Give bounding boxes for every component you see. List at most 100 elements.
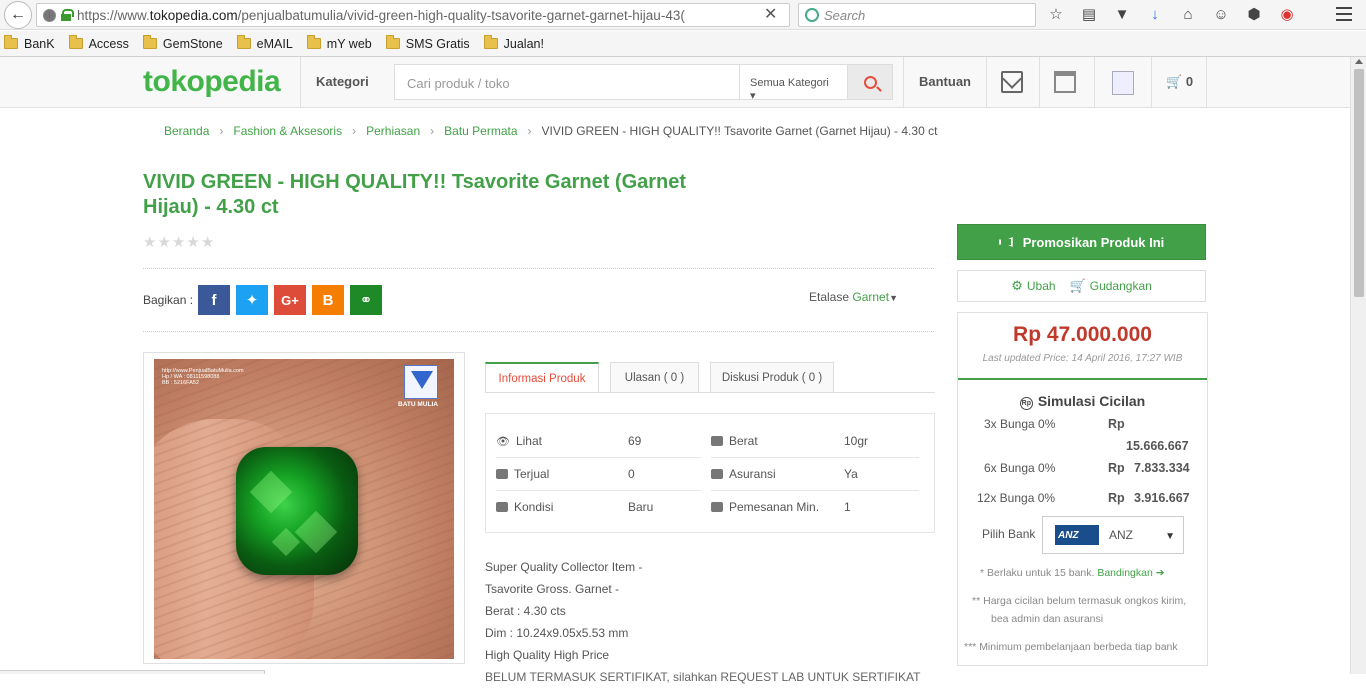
product-search-input[interactable]: Cari produk / toko — [394, 64, 740, 100]
scroll-up-arrow[interactable] — [1355, 59, 1363, 64]
weight-icon — [711, 436, 723, 446]
breadcrumb-link[interactable]: Batu Permata — [444, 124, 517, 138]
menu-icon[interactable] — [1336, 7, 1352, 21]
shop-icon[interactable] — [1054, 71, 1076, 93]
inbox-icon[interactable] — [1001, 71, 1023, 93]
warehouse-button[interactable]: 🛒 Gudangkan — [1070, 278, 1152, 294]
note-text: Harga cicilan belum termasuk ongkos kiri… — [983, 595, 1187, 607]
product-price: Rp 47.000.000 — [1013, 323, 1152, 346]
bookmark-folder[interactable]: BanK — [4, 35, 55, 51]
breadcrumb-separator: › — [219, 124, 224, 138]
share-label: Bagikan : — [143, 293, 194, 307]
close-icon[interactable]: ✕ — [764, 4, 777, 24]
edit-button[interactable]: ⚙ Ubah — [1011, 278, 1055, 294]
smiley-icon[interactable]: ☺ — [1211, 4, 1231, 24]
header-divider — [1094, 57, 1095, 108]
cart-icon: 🛒 — [1166, 74, 1183, 89]
google-plus-share-button[interactable]: G+ — [274, 285, 306, 315]
row-divider — [711, 490, 919, 491]
pocket-icon[interactable]: ▼ — [1112, 4, 1132, 24]
bank-select[interactable]: ANZ ANZ ▼ — [1042, 516, 1184, 554]
info-label: Terjual — [514, 467, 550, 481]
tab-informasi-produk[interactable]: Informasi Produk — [485, 362, 599, 393]
bookmark-star-icon[interactable]: ☆ — [1046, 4, 1066, 24]
facebook-share-button[interactable]: f — [198, 285, 230, 315]
tab-diskusi-produk[interactable]: Diskusi Produk ( 0 ) — [710, 362, 834, 392]
breadcrumb-link[interactable]: Beranda — [164, 124, 209, 138]
twitter-share-button[interactable]: ✦ — [236, 285, 268, 315]
page-scrollbar[interactable] — [1350, 57, 1366, 674]
extension-icon[interactable]: ⬢ — [1244, 4, 1264, 24]
product-actions: ⚙ Ubah 🛒 Gudangkan — [957, 270, 1206, 302]
user-avatar[interactable] — [1112, 71, 1134, 95]
product-image-frame[interactable]: http://www.PenjualBatuMulia.com Hp / WA … — [143, 352, 465, 664]
header-divider — [1151, 57, 1152, 108]
share-buttons: f ✦ G+ B ⚭ — [198, 285, 382, 315]
arrow-right-icon: ➔ — [1155, 567, 1165, 579]
breadcrumb-separator: › — [352, 124, 357, 138]
row-divider — [496, 457, 701, 458]
download-icon[interactable]: ↓ — [1145, 4, 1165, 24]
info-terjual: Terjual — [496, 467, 549, 481]
product-image[interactable]: http://www.PenjualBatuMulia.com Hp / WA … — [154, 359, 454, 659]
tab-ulasan[interactable]: Ulasan ( 0 ) — [610, 362, 699, 392]
bookmark-folder[interactable]: SMS Gratis — [385, 35, 470, 51]
search-button[interactable] — [847, 64, 893, 100]
truck-icon — [711, 469, 723, 479]
anz-bank-logo: ANZ — [1055, 525, 1099, 545]
bank-selected-value: ANZ — [1109, 528, 1133, 542]
scrollbar-thumb[interactable] — [1354, 69, 1364, 297]
gem-facet — [249, 470, 293, 514]
addon-icon[interactable]: ◉ — [1277, 4, 1297, 24]
bookmark-folder[interactable]: Access — [68, 35, 129, 51]
bookmark-label: BanK — [24, 36, 55, 51]
lock-icon — [61, 9, 74, 21]
info-value: Baru — [628, 500, 654, 514]
back-button[interactable]: ← — [4, 1, 32, 29]
header-divider — [1206, 57, 1207, 108]
folder-icon — [306, 35, 321, 49]
installment-currency: Rp — [1108, 417, 1125, 431]
blogger-share-button[interactable]: B — [312, 285, 344, 315]
bookmark-label: Jualan! — [503, 36, 544, 51]
browser-search-input[interactable]: Search — [798, 3, 1036, 27]
compare-link[interactable]: Bandingkan ➔ — [1097, 567, 1164, 579]
eye-icon: 👁 — [496, 435, 510, 448]
bookmark-folder[interactable]: Jualan! — [483, 35, 544, 51]
bookmark-folder[interactable]: eMAIL — [236, 35, 293, 51]
etalase-value[interactable]: Garnet — [852, 290, 889, 304]
cart-count: 0 — [1185, 74, 1194, 89]
bookmark-folder[interactable]: GemStone — [142, 35, 223, 51]
search-category-select[interactable]: Semua Kategori ▾ — [740, 64, 848, 102]
breadcrumb-separator: › — [430, 124, 435, 138]
info-icon[interactable]: i — [43, 8, 56, 22]
bantuan-link[interactable]: Bantuan — [919, 74, 971, 89]
installment-amount: 3.916.667 — [1134, 491, 1190, 505]
product-description: Super Quality Collector Item - Tsavorite… — [485, 556, 920, 688]
cart-button[interactable]: 🛒 0 — [1166, 74, 1193, 90]
bank-select-label: Pilih Bank — [982, 527, 1036, 541]
note-text: bea admin dan asuransi — [991, 613, 1104, 625]
copy-link-button[interactable]: ⚭ — [350, 285, 382, 315]
breadcrumb-link[interactable]: Fashion & Aksesoris — [233, 124, 342, 138]
promote-product-button[interactable]: Promosikan Produk Ini — [957, 224, 1206, 260]
bookmark-folder[interactable]: mY web — [306, 35, 372, 51]
etalase[interactable]: Etalase Garnet▼ — [809, 290, 898, 304]
breadcrumb-link[interactable]: Perhiasan — [366, 124, 420, 138]
header-divider — [986, 57, 987, 108]
kategori-menu[interactable]: Kategori — [316, 74, 369, 89]
tag-icon — [496, 502, 508, 512]
rupiah-icon: Rp — [1019, 397, 1033, 410]
url-bar[interactable]: i https://www.tokopedia.com/penjualbatum… — [36, 3, 790, 27]
info-value: 69 — [628, 434, 642, 448]
gemstone — [236, 447, 358, 575]
link-icon: ⚭ — [359, 292, 373, 309]
home-icon[interactable]: ⌂ — [1178, 4, 1198, 24]
info-label: Pemesanan Min. — [729, 500, 820, 514]
browser-toolbar-icons: ☆ ▤ ▼ ↓ ⌂ ☺ ⬢ ◉ — [1046, 4, 1297, 24]
note-bank-count: * Berlaku untuk 15 bank. Bandingkan ➔ — [980, 564, 1165, 582]
reading-list-icon[interactable]: ▤ — [1079, 4, 1099, 24]
tokopedia-logo[interactable]: tokopedia — [143, 65, 281, 99]
url-text[interactable]: https://www.tokopedia.com/penjualbatumul… — [77, 8, 727, 23]
description-line: Super Quality Collector Item - — [485, 560, 643, 574]
